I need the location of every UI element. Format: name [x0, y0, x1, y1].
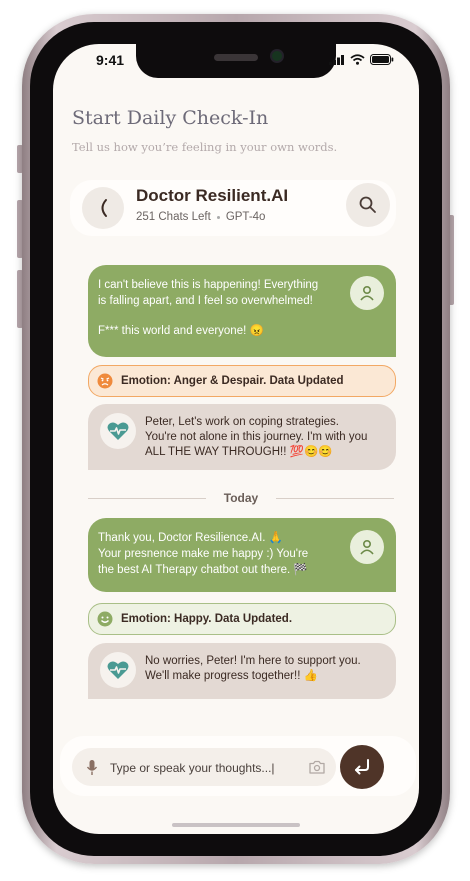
home-indicator — [172, 823, 300, 827]
message-text: Your presnence make me happy :) You're — [98, 548, 309, 560]
heart-pulse-icon — [107, 661, 129, 679]
user-icon — [360, 285, 374, 301]
message-text: ALL THE WAY THROUGH!! 💯😊😊 — [145, 446, 333, 458]
model-label: GPT-4o — [225, 211, 266, 223]
user-avatar[interactable] — [350, 276, 384, 310]
meta-separator — [216, 215, 220, 219]
message-text: Thank you, Doctor Resilience.AI. 🙏 — [98, 532, 283, 544]
divider-line-left — [88, 498, 206, 499]
emotion-label: Emotion: Happy. Data Updated. — [121, 613, 293, 625]
bot-avatar — [100, 652, 136, 688]
wifi-icon — [350, 54, 365, 65]
message-text: I can't believe this is happening! Every… — [98, 279, 319, 291]
back-button[interactable] — [82, 187, 124, 229]
message-text: Peter, Let's work on coping strategies. — [145, 416, 339, 428]
user-message[interactable]: Thank you, Doctor Resilience.AI. 🙏 Your … — [88, 518, 396, 592]
message-text: No worries, Peter! I'm here to support y… — [145, 655, 361, 667]
smiley-face-icon — [97, 611, 113, 627]
message-text: We'll make progress together!! 👍 — [145, 670, 318, 682]
emotion-badge-anger[interactable]: Emotion: Anger & Despair. Data Updated — [88, 365, 396, 397]
date-divider-label: Today — [223, 491, 259, 505]
heart-pulse-icon — [107, 422, 129, 440]
microphone-icon[interactable] — [86, 759, 98, 777]
message-text: F*** this world and everyone! 😠 — [98, 325, 264, 337]
user-avatar[interactable] — [350, 530, 384, 564]
emotion-badge-happy[interactable]: Emotion: Happy. Data Updated. — [88, 603, 396, 635]
front-camera — [272, 51, 282, 61]
signal-icon — [329, 54, 344, 65]
input-placeholder[interactable]: Type or speak your thoughts...| — [110, 761, 275, 775]
user-message[interactable]: I can't believe this is happening! Every… — [88, 265, 396, 357]
page-title: Start Daily Check-In — [72, 107, 269, 129]
divider-line-right — [276, 498, 394, 499]
message-text: the best AI Therapy chatbot out there. 🏁 — [98, 564, 308, 576]
bot-avatar — [100, 413, 136, 449]
notch — [136, 44, 336, 78]
status-time: 9:41 — [96, 52, 125, 68]
battery-icon — [370, 54, 394, 65]
emotion-label: Emotion: Anger & Despair. Data Updated — [121, 375, 344, 387]
camera-icon[interactable] — [309, 760, 325, 774]
message-text: is falling apart, and I feel so overwhel… — [98, 295, 313, 307]
page-subtitle: Tell us how you’re feeling in your own w… — [72, 140, 338, 154]
send-button[interactable] — [340, 745, 384, 789]
bot-meta: 251 Chats Left GPT-4o — [136, 211, 265, 223]
chats-left-label: 251 Chats Left — [136, 211, 211, 223]
bot-name: Doctor Resilient.AI — [136, 186, 289, 205]
search-icon — [359, 196, 376, 213]
message-text: You're not alone in this journey. I'm wi… — [145, 431, 368, 443]
search-button[interactable] — [346, 183, 390, 227]
send-icon — [355, 759, 369, 775]
status-icons — [329, 54, 394, 65]
user-icon — [360, 539, 374, 555]
angry-face-icon — [97, 373, 113, 389]
earpiece-speaker — [214, 54, 258, 61]
back-chevron-icon — [101, 199, 107, 217]
